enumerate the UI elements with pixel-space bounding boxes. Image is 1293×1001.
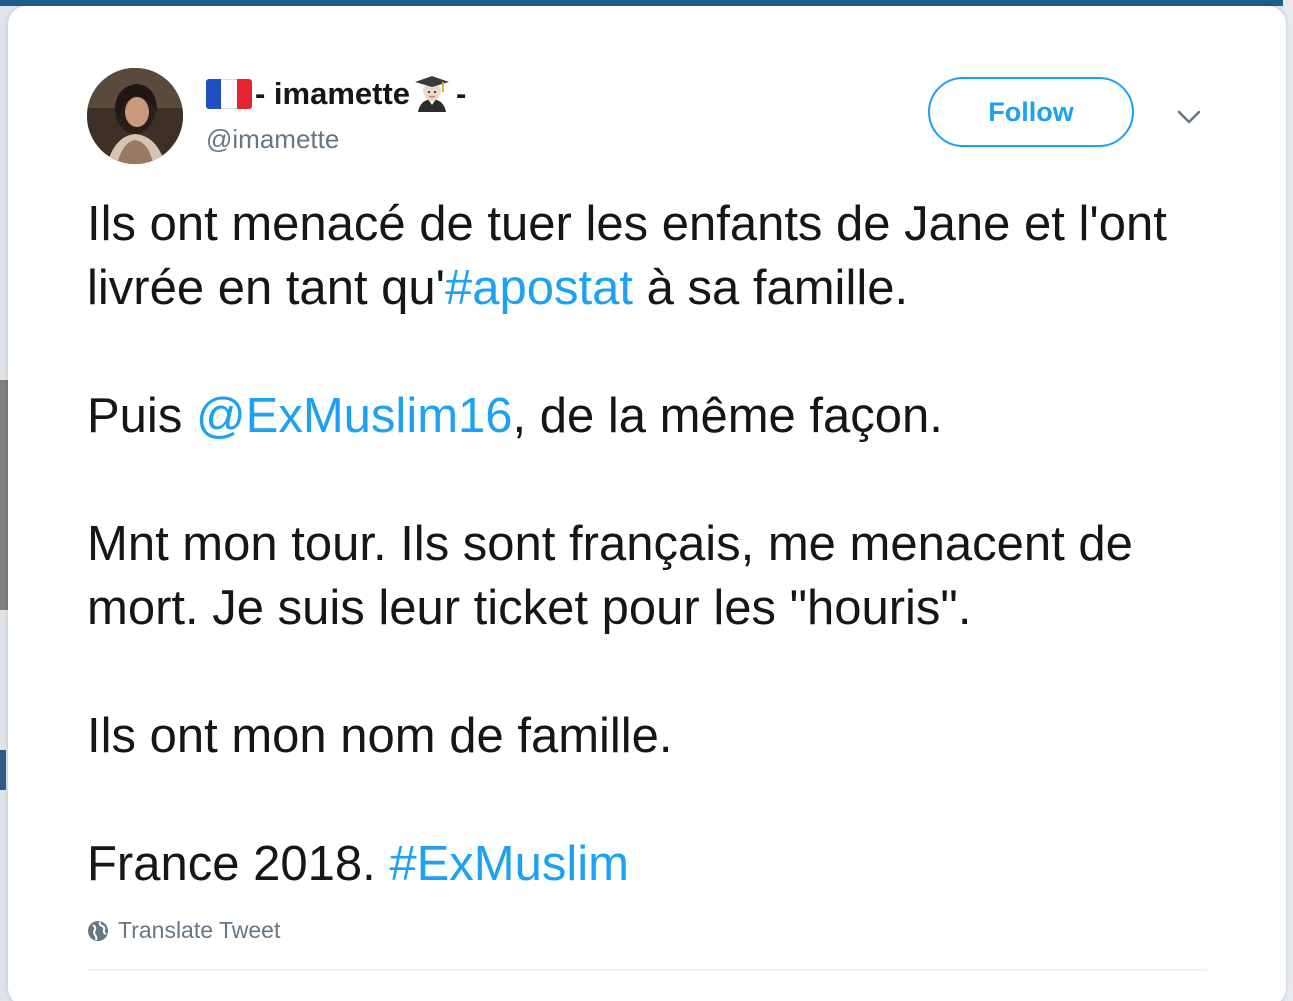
chevron-down-icon[interactable] — [1174, 102, 1204, 132]
screenshot-page: - imamette - @imamette Follow Ils ont me… — [0, 0, 1293, 1001]
tweet-text: Ils ont menacé de tuer les enfants de Ja… — [87, 192, 1227, 896]
follow-button[interactable]: Follow — [928, 77, 1134, 147]
translate-tweet-label: Translate Tweet — [118, 917, 281, 943]
divider — [87, 969, 1207, 971]
tweet-paragraph: Ils ont mon nom de famille. — [87, 709, 673, 763]
author-name-text: - imamette — [255, 76, 411, 111]
france-flag-icon — [206, 79, 252, 109]
hashtag-link-apostat[interactable]: #apostat — [445, 261, 633, 315]
tweet-text-segment: , de la même façon. — [512, 389, 943, 443]
avatar[interactable] — [87, 68, 183, 164]
avatar-photo — [87, 68, 183, 164]
author-name-suffix: - — [456, 76, 467, 111]
tweet-text-segment: Puis — [87, 389, 196, 443]
author-handle[interactable]: @imamette — [206, 124, 339, 155]
tweet-text-segment: à sa famille. — [633, 261, 909, 315]
globe-icon — [88, 920, 108, 941]
tweet-paragraph: France 2018. #ExMuslim — [87, 832, 1227, 896]
translate-tweet-link[interactable]: Translate Tweet — [87, 917, 280, 944]
author-display-name[interactable]: - imamette - — [206, 74, 466, 114]
woman-student-icon — [415, 76, 450, 112]
tweet-card: - imamette - @imamette Follow Ils ont me… — [8, 6, 1286, 1001]
tweet-text-segment: France 2018. — [87, 837, 390, 891]
tweet-paragraph: Puis @ExMuslim16, de la même façon. — [87, 384, 1227, 448]
tweet-paragraph: Mnt mon tour. Ils sont français, me mena… — [87, 517, 1133, 635]
background-left-accent — [0, 750, 6, 790]
tweet-paragraph: Ils ont menacé de tuer les enfants de Ja… — [87, 192, 1227, 320]
mention-link-exmuslim16[interactable]: @ExMuslim16 — [196, 389, 513, 443]
hashtag-link-exmuslim[interactable]: #ExMuslim — [389, 837, 629, 891]
